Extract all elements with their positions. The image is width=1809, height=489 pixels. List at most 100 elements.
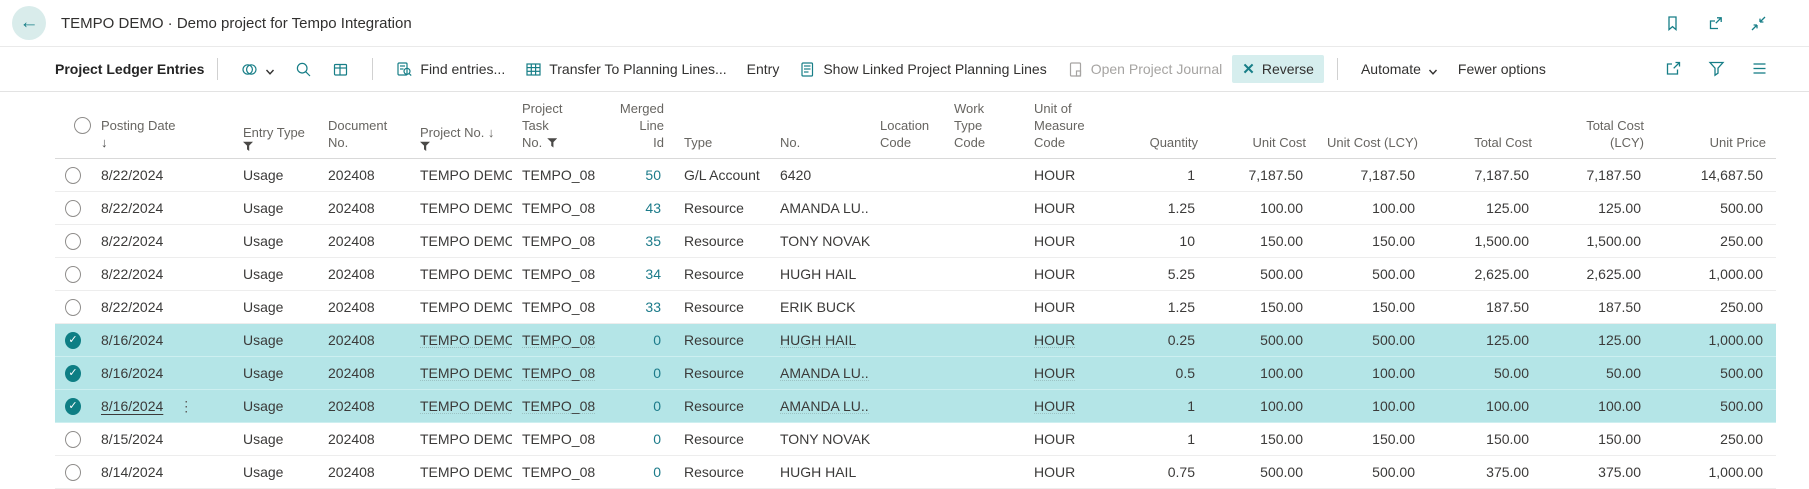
select-all-checkbox[interactable]	[55, 100, 91, 158]
cell-unit_cost[interactable]: 100.00	[1208, 398, 1316, 414]
cell-merged_line_id[interactable]: 35	[600, 233, 674, 249]
cell-merged_line_id[interactable]: 0	[600, 332, 674, 348]
cell-entry_type[interactable]: Usage	[233, 431, 318, 447]
cell-unit_cost_lcy[interactable]: 150.00	[1316, 233, 1428, 249]
cell-merged_line_id[interactable]: 0	[600, 398, 674, 414]
cell-entry_type[interactable]: Usage	[233, 233, 318, 249]
cell-project_task_no[interactable]: TEMPO_08	[512, 200, 600, 216]
cell-document_no[interactable]: 202408	[318, 332, 410, 348]
cell-quantity[interactable]: 1	[1120, 167, 1208, 183]
row-checkbox-checked[interactable]: ✓	[55, 332, 91, 349]
column-header-uom[interactable]: Unit ofMeasure Code	[1024, 100, 1120, 158]
table-row[interactable]: 8/15/2024Usage202408TEMPO DEMOTEMPO_080R…	[55, 423, 1776, 456]
cell-posting_date[interactable]: 8/15/2024	[91, 431, 233, 447]
cell-quantity[interactable]: 10	[1120, 233, 1208, 249]
cell-entry_type[interactable]: Usage	[233, 200, 318, 216]
row-checkbox-checked[interactable]: ✓	[55, 398, 91, 415]
cell-document_no[interactable]: 202408	[318, 431, 410, 447]
cell-posting_date[interactable]: 8/16/2024	[91, 365, 233, 381]
cell-total_cost[interactable]: 187.50	[1428, 299, 1542, 315]
cell-project_task_no[interactable]: TEMPO_08	[512, 167, 600, 183]
share-icon[interactable]	[1665, 60, 1683, 78]
cell-unit_price[interactable]: 1,000.00	[1654, 266, 1776, 282]
cell-total_cost_lcy[interactable]: 125.00	[1542, 332, 1654, 348]
column-header-quantity[interactable]: Quantity	[1120, 100, 1208, 158]
fewer-options-button[interactable]: Fewer options	[1448, 55, 1556, 83]
cell-type[interactable]: Resource	[674, 365, 770, 381]
cell-posting_date[interactable]: 8/22/2024	[91, 266, 233, 282]
cell-project_task_no[interactable]: TEMPO_08	[512, 233, 600, 249]
row-checkbox[interactable]	[55, 167, 91, 184]
cell-unit_price[interactable]: 250.00	[1654, 233, 1776, 249]
column-header-document_no[interactable]: DocumentNo.	[318, 100, 410, 158]
table-row[interactable]: 8/22/2024Usage202408TEMPO DEMOTEMPO_0834…	[55, 258, 1776, 291]
column-header-entry_type[interactable]: Entry Type	[233, 100, 318, 158]
reverse-button[interactable]: ✕ Reverse	[1232, 55, 1324, 83]
cell-unit_cost_lcy[interactable]: 7,187.50	[1316, 167, 1428, 183]
cell-merged_line_id[interactable]: 43	[600, 200, 674, 216]
cell-document_no[interactable]: 202408	[318, 398, 410, 414]
cell-quantity[interactable]: 0.25	[1120, 332, 1208, 348]
cell-quantity[interactable]: 0.75	[1120, 464, 1208, 480]
cell-document_no[interactable]: 202408	[318, 200, 410, 216]
cell-uom[interactable]: HOUR	[1024, 167, 1120, 183]
cell-total_cost_lcy[interactable]: 187.50	[1542, 299, 1654, 315]
table-row[interactable]: 8/22/2024Usage202408TEMPO DEMOTEMPO_0850…	[55, 159, 1776, 192]
automate-button[interactable]: Automate	[1351, 55, 1448, 83]
cell-uom[interactable]: HOUR	[1024, 431, 1120, 447]
cell-unit_cost[interactable]: 500.00	[1208, 464, 1316, 480]
cell-document_no[interactable]: 202408	[318, 365, 410, 381]
column-header-location_code[interactable]: LocationCode	[870, 100, 944, 158]
cell-unit_cost[interactable]: 500.00	[1208, 266, 1316, 282]
analysis-mode-button[interactable]	[231, 55, 285, 84]
cell-project_task_no[interactable]: TEMPO_08	[512, 464, 600, 480]
cell-unit_cost[interactable]: 150.00	[1208, 233, 1316, 249]
cell-type[interactable]: Resource	[674, 431, 770, 447]
cell-quantity[interactable]: 1.25	[1120, 200, 1208, 216]
cell-quantity[interactable]: 1.25	[1120, 299, 1208, 315]
column-header-unit_price[interactable]: Unit Price	[1654, 100, 1776, 158]
cell-project_task_no[interactable]: TEMPO_08	[512, 398, 600, 414]
table-row[interactable]: 8/22/2024Usage202408TEMPO DEMOTEMPO_0835…	[55, 225, 1776, 258]
cell-unit_price[interactable]: 250.00	[1654, 299, 1776, 315]
column-header-type[interactable]: Type	[674, 100, 770, 158]
cell-uom[interactable]: HOUR	[1024, 332, 1120, 348]
table-row[interactable]: ✓8/16/2024Usage202408TEMPO DEMOTEMPO_080…	[55, 357, 1776, 390]
cell-uom[interactable]: HOUR	[1024, 299, 1120, 315]
cell-uom[interactable]: HOUR	[1024, 398, 1120, 414]
cell-unit_cost_lcy[interactable]: 100.00	[1316, 365, 1428, 381]
cell-project_no[interactable]: TEMPO DEMO	[410, 167, 512, 183]
table-row[interactable]: 8/22/2024Usage202408TEMPO DEMOTEMPO_0843…	[55, 192, 1776, 225]
cell-total_cost_lcy[interactable]: 375.00	[1542, 464, 1654, 480]
cell-uom[interactable]: HOUR	[1024, 266, 1120, 282]
cell-total_cost[interactable]: 2,625.00	[1428, 266, 1542, 282]
cell-unit_cost_lcy[interactable]: 100.00	[1316, 398, 1428, 414]
column-header-project_task_no[interactable]: Project TaskNo.	[512, 100, 600, 158]
column-header-unit_cost_lcy[interactable]: Unit Cost (LCY)	[1316, 100, 1428, 158]
column-header-total_cost_lcy[interactable]: Total Cost (LCY)	[1542, 100, 1654, 158]
cell-posting_date[interactable]: 8/22/2024	[91, 167, 233, 183]
back-button[interactable]: ←	[12, 6, 46, 40]
cell-posting_date[interactable]: 8/16/2024⋮	[91, 398, 233, 415]
cell-total_cost_lcy[interactable]: 100.00	[1542, 398, 1654, 414]
cell-total_cost[interactable]: 125.00	[1428, 200, 1542, 216]
cell-total_cost[interactable]: 1,500.00	[1428, 233, 1542, 249]
cell-total_cost[interactable]: 375.00	[1428, 464, 1542, 480]
cell-project_no[interactable]: TEMPO DEMO	[410, 266, 512, 282]
bookmark-icon[interactable]	[1664, 15, 1681, 32]
cell-project_no[interactable]: TEMPO DEMO	[410, 299, 512, 315]
filter-icon[interactable]	[1708, 60, 1726, 78]
column-header-unit_cost[interactable]: Unit Cost	[1208, 100, 1316, 158]
cell-uom[interactable]: HOUR	[1024, 200, 1120, 216]
cell-total_cost[interactable]: 100.00	[1428, 398, 1542, 414]
row-checkbox[interactable]	[55, 464, 91, 481]
cell-entry_type[interactable]: Usage	[233, 365, 318, 381]
cell-total_cost_lcy[interactable]: 150.00	[1542, 431, 1654, 447]
cell-quantity[interactable]: 0.5	[1120, 365, 1208, 381]
search-button[interactable]	[285, 55, 322, 84]
table-row[interactable]: 8/22/2024Usage202408TEMPO DEMOTEMPO_0833…	[55, 291, 1776, 324]
row-checkbox[interactable]	[55, 233, 91, 250]
cell-unit_price[interactable]: 1,000.00	[1654, 464, 1776, 480]
cell-entry_type[interactable]: Usage	[233, 398, 318, 414]
cell-unit_price[interactable]: 1,000.00	[1654, 332, 1776, 348]
